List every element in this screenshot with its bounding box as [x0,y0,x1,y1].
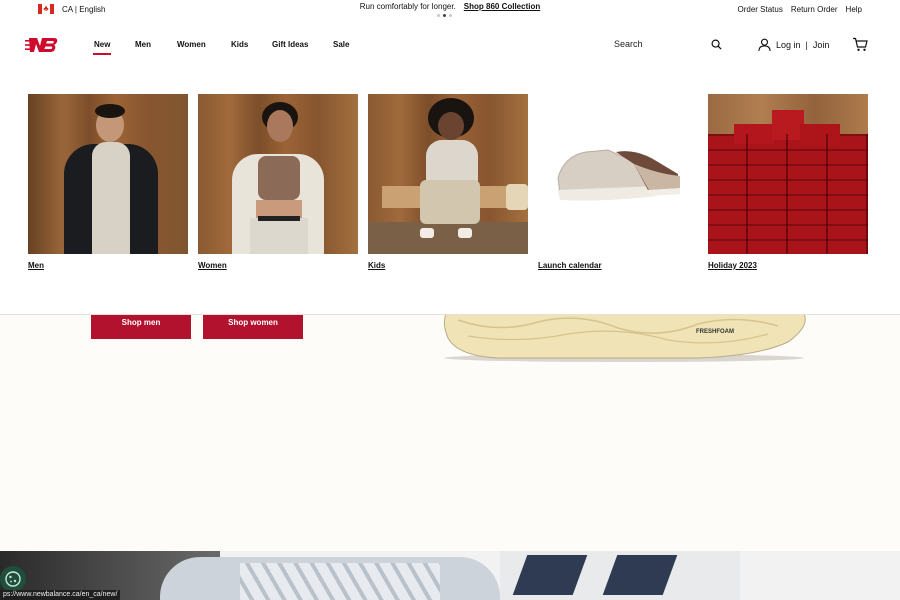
menu-tile-holiday-2023[interactable]: Holiday 2023 [708,94,868,270]
promo-carousel-dots [437,14,452,17]
new-balance-logo[interactable] [25,36,59,54]
promo-link[interactable]: Shop 860 Collection [464,2,540,11]
carousel-dot[interactable] [449,14,452,17]
cart-icon[interactable] [852,37,868,52]
nav-new-label: New [94,40,111,49]
user-icon[interactable] [758,38,771,51]
join-link[interactable]: Join [813,40,830,50]
search-icon[interactable] [711,39,722,50]
kids-tile-caption[interactable]: Kids [368,261,528,270]
kids-tile-image[interactable] [368,94,528,254]
search-placeholder: Search [614,39,643,49]
cookie-settings-icon[interactable] [0,566,26,592]
hero-shoe-image: FRESHFOAM [443,314,806,362]
active-nav-underline [93,53,111,55]
nav-sale[interactable]: Sale [333,40,349,49]
nav-men[interactable]: Men [135,40,151,49]
nav-kids[interactable]: Kids [231,40,248,49]
next-section-image [0,551,900,600]
menu-tile-kids[interactable]: Kids [368,94,528,270]
return-order-link[interactable]: Return Order [791,5,838,14]
login-link[interactable]: Log in [776,40,801,50]
main-navigation: New Men Women Kids Gift Ideas Sale Searc… [0,20,900,72]
top-utility-bar: ♣ CA | English Run comfortably for longe… [0,0,900,20]
holiday-tile-image[interactable] [708,94,868,254]
browser-status-url: ps://www.newbalance.ca/en_ca/new/ [0,590,121,600]
women-tile-caption[interactable]: Women [198,261,358,270]
women-tile-image[interactable] [198,94,358,254]
nav-gift-ideas[interactable]: Gift Ideas [272,40,308,49]
utility-links: Order Status Return Order Help [738,5,863,14]
shoe-brand-text: FRESHFOAM [696,329,734,335]
nav-women[interactable]: Women [177,40,206,49]
separator: | [805,39,808,50]
menu-tile-men[interactable]: Men [28,94,188,270]
nav-new[interactable]: New [93,40,111,55]
men-tile-caption[interactable]: Men [28,261,188,270]
carousel-dot[interactable] [437,14,440,17]
search-field[interactable]: Search [614,39,726,53]
order-status-link[interactable]: Order Status [738,5,783,14]
menu-tile-launch-calendar[interactable]: Launch calendar [538,94,698,270]
help-link[interactable]: Help [846,5,862,14]
menu-tile-women[interactable]: Women [198,94,358,270]
promo-text: Run comfortably for longer. [359,2,456,11]
men-tile-image[interactable] [28,94,188,254]
account-links: Log in | Join [758,38,829,51]
launch-calendar-tile-image[interactable] [538,94,698,254]
sneakers-image [557,149,680,201]
cookie-icon [5,571,21,587]
carousel-dot-active[interactable] [443,14,446,17]
launch-calendar-tile-caption[interactable]: Launch calendar [538,261,698,270]
holiday-tile-caption[interactable]: Holiday 2023 [708,261,868,270]
